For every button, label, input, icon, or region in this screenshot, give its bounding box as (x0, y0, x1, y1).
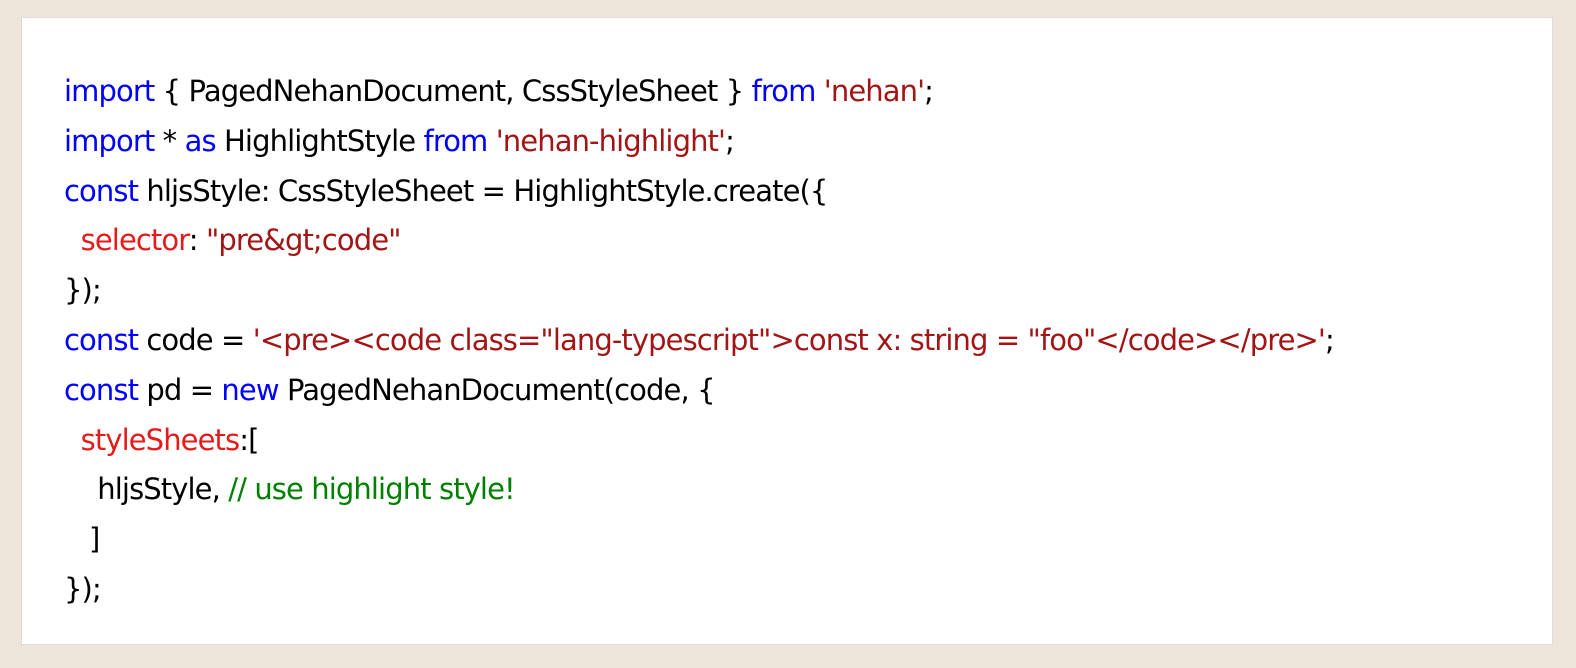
code-token-text: ] (64, 522, 100, 557)
code-token-text: { PagedNehanDocument, CssStyleSheet } (154, 74, 752, 108)
code-line: const code = '<pre><code class="lang-typ… (64, 316, 1335, 366)
code-token-keyword: as (184, 123, 217, 158)
code-line: }); (64, 266, 1334, 316)
code-token-text: HighlightStyle (215, 123, 424, 158)
code-line: hljsStyle, // use highlight style! (64, 465, 1334, 515)
code-line: selector: "pre&gt;code" (64, 216, 1334, 266)
code-token-text: * (154, 123, 185, 158)
code-token-keyword: import (64, 74, 155, 108)
code-token-string: '<pre><code class="lang-typescript">cons… (252, 322, 1326, 357)
code-token-keyword: const (64, 372, 139, 407)
code-token-text: ; (1325, 322, 1335, 357)
code-line: ] (64, 515, 1334, 565)
code-token-keyword: from (751, 74, 817, 108)
code-line: const pd = new PagedNehanDocument(code, … (64, 366, 1334, 416)
code-token-text: :[ (239, 422, 259, 457)
code-token-text: ; (924, 74, 934, 108)
code-token-keyword: from (423, 123, 489, 158)
code-token-text: hljsStyle: CssStyleSheet = HighlightStyl… (138, 173, 828, 208)
code-token-string: "pre&gt;code" (205, 223, 402, 258)
code-token-text: code = (138, 322, 253, 357)
code-token-property: selector (80, 223, 190, 258)
code-token-comment: // use highlight style! (228, 472, 515, 507)
code-line: const hljsStyle: CssStyleSheet = Highlig… (64, 167, 1334, 217)
code-token-text: }); (64, 273, 102, 308)
code-token-string: 'nehan-highlight' (495, 123, 726, 158)
code-token-keyword: new (221, 372, 279, 407)
code-panel: import { PagedNehanDocument, CssStyleShe… (21, 17, 1553, 645)
code-block: import { PagedNehanDocument, CssStyleShe… (64, 67, 1335, 615)
code-line: }); (64, 565, 1334, 615)
code-token-text: PagedNehanDocument(code, { (278, 372, 716, 407)
code-token-string: 'nehan' (823, 74, 925, 108)
code-token-keyword: const (64, 173, 139, 208)
code-line: import * as HighlightStyle from 'nehan-h… (64, 117, 1334, 167)
code-token-text: pd = (138, 372, 222, 407)
code-token-text: }); (64, 571, 102, 606)
code-token-text: hljsStyle, (64, 472, 229, 507)
code-token-property: styleSheets (80, 422, 240, 457)
code-token-text: : (188, 223, 206, 258)
code-line: styleSheets:[ (64, 416, 1334, 466)
code-token-keyword: const (64, 322, 139, 357)
code-token-text: ; (725, 123, 735, 158)
code-token-keyword: import (64, 123, 155, 158)
code-line: import { PagedNehanDocument, CssStyleShe… (64, 67, 1334, 117)
